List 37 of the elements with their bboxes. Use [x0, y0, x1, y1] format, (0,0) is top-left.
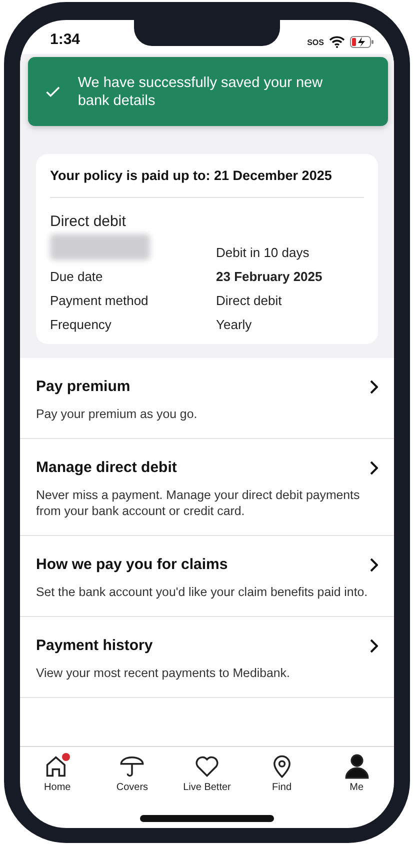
detail-value: Yearly	[216, 317, 253, 332]
menu-item-title: How we pay you for claims	[36, 556, 228, 573]
menu-item[interactable]: Payment history View your most recent payments to Medibank.	[20, 617, 394, 698]
detail-label: Payment method	[50, 293, 150, 308]
sos-label: SOS	[307, 38, 324, 46]
menu-item[interactable]: How we pay you for claims Set the bank account you'd like your claim benefits paid into.	[20, 536, 394, 617]
menu-item-title: Payment history	[36, 637, 153, 654]
tab[interactable]: Me	[322, 753, 392, 793]
chevron-right-icon	[369, 558, 378, 572]
person-icon	[344, 753, 370, 779]
checkmark-icon	[46, 84, 60, 98]
menu-item-description: Pay your premium as you go.	[36, 406, 198, 422]
menu-item-title: Manage direct debit	[36, 459, 177, 476]
detail-label: Frequency	[50, 317, 112, 332]
tab[interactable]: Home	[22, 753, 92, 793]
detail-value: Direct debit	[216, 293, 283, 308]
battery-icon	[350, 36, 374, 48]
tab[interactable]: Live Better	[172, 753, 242, 793]
chevron-right-icon	[369, 638, 378, 652]
menu-item[interactable]: Manage direct debit Never miss a payment. Manage your direct debit payments from your bank account or credit card.	[20, 439, 394, 536]
status-time: 1:34	[50, 31, 80, 48]
tab[interactable]: Covers	[97, 753, 168, 793]
payment-method-title: Direct debit	[50, 213, 127, 230]
menu-item[interactable]: Pay premium Pay your premium as you go.	[20, 358, 394, 439]
wifi-icon	[329, 36, 345, 48]
menu-item-description: Set the bank account you'd like your claim benefits paid into.	[36, 584, 369, 600]
paid-up-text: Your policy is paid up to: 21 December 2025	[50, 168, 364, 198]
tab[interactable]: Find	[246, 753, 317, 793]
menu-item-description: Never miss a payment. Manage your direct debit payments from your bank account or credit card.	[36, 487, 361, 519]
toast-message: We have successfully saved your new bank details	[78, 74, 324, 110]
detail-value: 23 February 2025	[216, 269, 324, 284]
chevron-right-icon	[369, 380, 378, 394]
detail-label: Due date	[50, 269, 104, 284]
menu-item-description: View your most recent payments to Medibank.	[36, 665, 291, 681]
debit-note: Debit in 10 days	[216, 244, 310, 260]
menu-item-title: Pay premium	[36, 378, 130, 395]
chevron-right-icon	[369, 460, 378, 474]
